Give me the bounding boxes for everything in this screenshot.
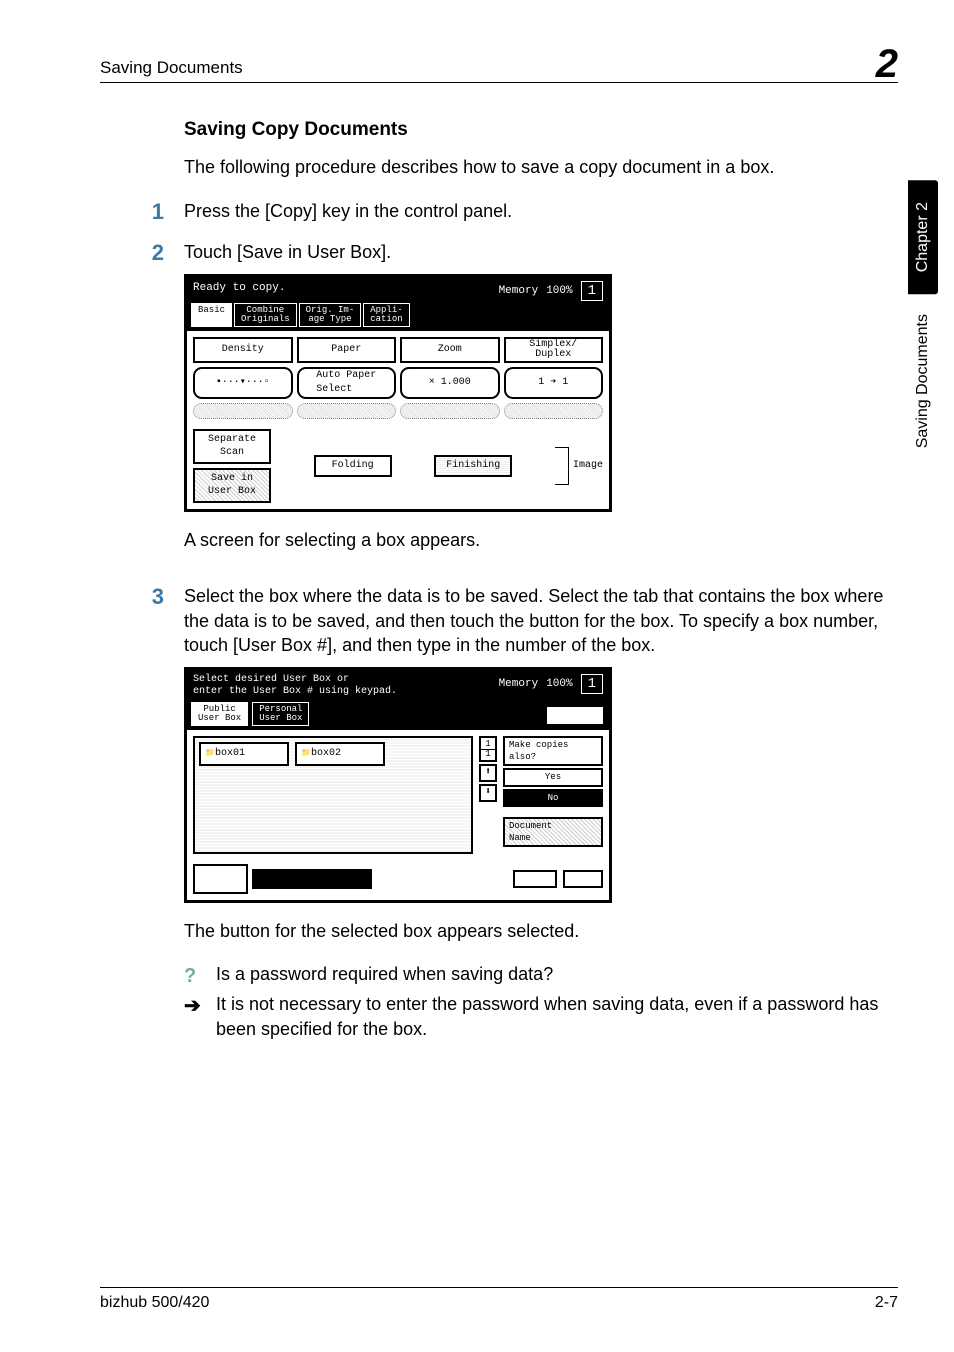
lcd2-page-indicator: 1 1	[479, 736, 497, 762]
lcd2-box01-label: box01	[215, 747, 245, 761]
arrow-icon: ➔	[184, 992, 206, 1042]
lcd2-yes-button[interactable]: Yes	[503, 768, 603, 786]
lcd2-tab-public[interactable]: Public User Box	[191, 702, 248, 726]
qa-block: ? Is a password required when saving dat…	[184, 962, 888, 1042]
step-1-number: 1	[132, 199, 184, 225]
lcd2-page-down-button[interactable]: ⬇	[479, 784, 497, 802]
page-footer: bizhub 500/420 2-7	[100, 1287, 898, 1312]
page-header: Saving Documents 2	[100, 38, 898, 83]
lcd1-slot-3	[400, 403, 500, 419]
lcd2-memory-value: 100%	[546, 677, 572, 692]
lcd2-document-name-button[interactable]: Document Name	[503, 817, 603, 847]
footer-right: 2-7	[875, 1294, 898, 1312]
lcd1-separate-scan-button[interactable]: Separate Scan	[193, 429, 271, 464]
lcd2-userbox-number-field[interactable]	[252, 869, 372, 889]
lcd2-memory-label: Memory	[499, 677, 539, 692]
lcd2-box02-button[interactable]: 📁box02	[295, 742, 385, 766]
lcd1-hdr-zoom: Zoom	[400, 337, 500, 363]
lcd1-slot-4	[504, 403, 604, 419]
lcd1-zoom-value[interactable]: × 1.000	[400, 367, 500, 399]
lcd1-slot-2	[297, 403, 397, 419]
lcd2-no-button[interactable]: No	[503, 789, 603, 807]
lcd2-page-up-button[interactable]: ⬆	[479, 764, 497, 782]
lcd1-finishing-button[interactable]: Finishing	[434, 455, 512, 477]
lcd1-slot-1	[193, 403, 293, 419]
side-section: Saving Documents	[914, 314, 932, 448]
step-3-number: 3	[132, 584, 184, 1044]
density-slider-icon: ▪···▾···▫	[216, 376, 270, 390]
lcd1-hdr-duplex: Simplex/ Duplex	[504, 337, 604, 363]
lcd1-tab-basic[interactable]: Basic	[191, 303, 232, 327]
lcd2-userbox-number-button[interactable]: User Box Number	[193, 864, 248, 894]
step-3-after: The button for the selected box appears …	[184, 919, 888, 943]
step-1-text: Press the [Copy] key in the control pane…	[184, 199, 888, 225]
lcd-screenshot-1: Ready to copy. Memory 100% 1 Basic Combi…	[184, 274, 888, 512]
lcd2-off-button[interactable]: OFF	[545, 705, 605, 727]
lcd1-hdr-paper: Paper	[297, 337, 397, 363]
lcd2-page-current: 1	[485, 740, 490, 749]
lcd1-image-label: Image	[573, 459, 603, 473]
lcd1-tab-appli[interactable]: Appli- cation	[363, 303, 409, 327]
lcd1-copy-count: 1	[581, 281, 603, 301]
lcd2-copy-count: 1	[581, 674, 603, 694]
lcd2-status: Select desired User Box or enter the Use…	[193, 674, 397, 698]
intro-paragraph: The following procedure describes how to…	[184, 155, 888, 179]
lcd2-ok-button[interactable]: OK	[563, 870, 603, 888]
lcd2-box02-label: box02	[311, 747, 341, 761]
side-tab: Chapter 2 Saving Documents	[906, 180, 940, 740]
section-heading: Saving Copy Documents	[184, 119, 888, 141]
step-3: 3 Select the box where the data is to be…	[184, 584, 888, 1044]
lcd1-tab-orig[interactable]: Orig. Im- age Type	[299, 303, 362, 327]
lcd1-tab-combine[interactable]: Combine Originals	[234, 303, 297, 327]
lcd2-box01-button[interactable]: 📁box01	[199, 742, 289, 766]
step-2: 2 Touch [Save in User Box]. Ready to cop…	[184, 240, 888, 571]
lcd1-save-userbox-button[interactable]: Save in User Box	[193, 468, 271, 503]
lcd2-make-copies-label: Make copies also?	[503, 736, 603, 766]
header-title: Saving Documents	[100, 58, 243, 78]
lcd2-box-list: 📁box01 📁box02	[193, 736, 473, 854]
bracket-icon	[555, 447, 569, 485]
lcd2-page-total: 1	[485, 750, 490, 759]
qa-answer: It is not necessary to enter the passwor…	[216, 992, 888, 1042]
lcd-screenshot-2: Select desired User Box or enter the Use…	[184, 667, 888, 903]
lcd1-status: Ready to copy.	[193, 281, 285, 296]
question-icon: ?	[184, 962, 206, 990]
lcd1-hdr-density: Density	[193, 337, 293, 363]
lcd1-memory-label: Memory	[499, 284, 539, 299]
header-chapter-number: 2	[876, 44, 898, 84]
lcd1-memory-value: 100%	[546, 284, 572, 299]
lcd1-folding-button[interactable]: Folding	[314, 455, 392, 477]
step-2-text: Touch [Save in User Box].	[184, 240, 888, 264]
step-2-after: A screen for selecting a box appears.	[184, 528, 888, 552]
lcd1-paper-value[interactable]: Auto Paper Select	[297, 367, 397, 399]
qa-question: Is a password required when saving data?	[216, 962, 553, 990]
lcd1-density-value[interactable]: ▪···▾···▫	[193, 367, 293, 399]
lcd2-cancel-button[interactable]: Cancel	[513, 870, 557, 888]
side-chapter: Chapter 2	[908, 180, 938, 294]
lcd2-tab-personal[interactable]: Personal User Box	[252, 702, 309, 726]
step-3-text: Select the box where the data is to be s…	[184, 584, 888, 657]
lcd1-duplex-value[interactable]: 1 ➔ 1	[504, 367, 604, 399]
step-1: 1 Press the [Copy] key in the control pa…	[184, 199, 888, 225]
step-2-number: 2	[132, 240, 184, 571]
footer-left: bizhub 500/420	[100, 1294, 209, 1312]
